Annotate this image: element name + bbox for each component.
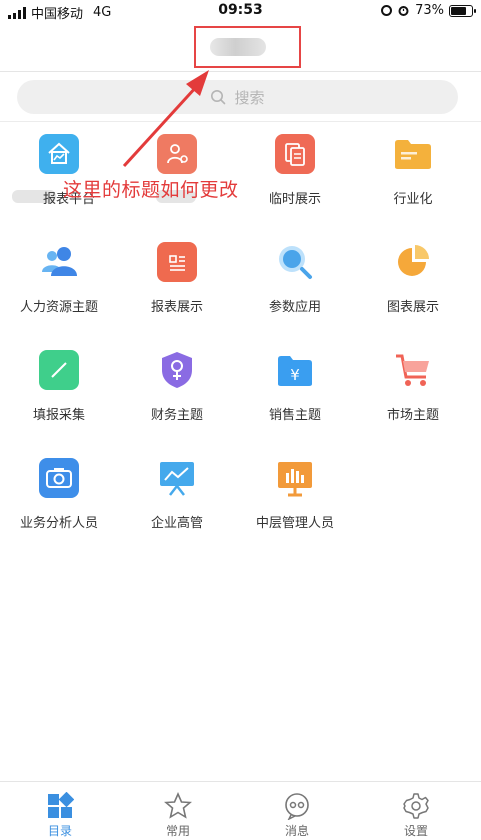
- report-icon: [157, 242, 197, 282]
- grid-item-market[interactable]: 市场主题: [354, 338, 472, 438]
- bar-board-icon: [275, 458, 315, 498]
- grid-item-finance[interactable]: 财务主题: [118, 338, 236, 438]
- message-icon: [285, 793, 309, 820]
- tab-catalog[interactable]: 目录: [0, 782, 120, 840]
- grid-item-label: 参数应用: [268, 300, 321, 315]
- grid-item-report-platform[interactable]: 报表平台: [0, 122, 118, 222]
- presentation-icon: [157, 458, 197, 498]
- battery-icon: [449, 4, 476, 17]
- grid-item-label: 行业化: [393, 192, 433, 207]
- grid-item-middle-mgmt[interactable]: 中层管理人员: [236, 446, 354, 546]
- nav-header: [0, 22, 481, 72]
- tab-label: 消息: [284, 824, 309, 838]
- grid-item-industry[interactable]: 行业化: [354, 122, 472, 222]
- grid-item-temp-display[interactable]: 临时展示: [236, 122, 354, 222]
- grid-item-fill-collect[interactable]: 填报采集: [0, 338, 118, 438]
- grid-item-label: 临时展示: [268, 192, 321, 207]
- page-title-blurred: [210, 38, 266, 56]
- grid-item-2[interactable]: [118, 122, 236, 222]
- gear-icon: [403, 793, 429, 819]
- shield-icon: [157, 350, 197, 390]
- grid-item-report-display[interactable]: 报表展示: [118, 230, 236, 330]
- folder-icon: [393, 134, 433, 174]
- camera-icon: [39, 458, 79, 498]
- grid-item-sales[interactable]: ¥ 销售主题: [236, 338, 354, 438]
- status-bar: 中国移动 4G 09:53 73%: [0, 0, 481, 22]
- title-highlight-box: [194, 26, 301, 68]
- grid-item-label: 财务主题: [150, 408, 203, 423]
- tab-bar: 目录 常用 消息 设置: [0, 781, 481, 840]
- star-icon: [164, 792, 192, 819]
- house-chart-icon: [39, 134, 79, 174]
- annotation-text: 这里的标题如何更改: [63, 179, 239, 201]
- grid-item-label: 市场主题: [386, 408, 439, 423]
- tab-label: 目录: [47, 824, 72, 838]
- grid-item-analyst[interactable]: 业务分析人员: [0, 446, 118, 546]
- grid-item-label: 填报采集: [32, 408, 85, 423]
- grid-item-label: 企业高管: [150, 516, 203, 531]
- yen-folder-icon: ¥: [275, 350, 315, 390]
- search-placeholder: 搜索: [234, 88, 265, 107]
- grid-item-label: 中层管理人员: [255, 516, 334, 531]
- svg-text:¥: ¥: [290, 366, 300, 384]
- grid-item-hr[interactable]: 人力资源主题: [0, 230, 118, 330]
- rotation-lock-icon: [381, 5, 393, 16]
- grid-item-label: 人力资源主题: [19, 300, 98, 315]
- tab-favorites[interactable]: 常用: [118, 782, 238, 840]
- magnifier-icon: [275, 242, 315, 282]
- catalog-icon: [48, 792, 74, 818]
- grid-item-label: 业务分析人员: [19, 516, 98, 531]
- documents-icon: [275, 134, 315, 174]
- tab-messages[interactable]: 消息: [237, 782, 357, 840]
- tab-label: 设置: [403, 824, 428, 838]
- grid-item-label: 图表展示: [386, 300, 439, 315]
- grid-item-executive[interactable]: 企业高管: [118, 446, 236, 546]
- pie-chart-icon: [393, 242, 433, 282]
- user-gear-icon: [157, 134, 197, 174]
- cart-icon: [393, 350, 433, 390]
- alarm-icon: [398, 6, 409, 16]
- people-icon: [39, 242, 79, 282]
- grid-item-label: 销售主题: [268, 408, 321, 423]
- status-right: 73%: [381, 3, 476, 18]
- tab-settings[interactable]: 设置: [356, 782, 476, 840]
- search-icon: [211, 90, 226, 105]
- grid-item-label: 报表展示: [150, 300, 203, 315]
- edit-square-icon: [39, 350, 79, 390]
- battery-percent: 73%: [415, 3, 444, 18]
- search-bar[interactable]: 搜索: [17, 80, 458, 114]
- grid-item-params[interactable]: 参数应用: [236, 230, 354, 330]
- tab-label: 常用: [165, 824, 190, 838]
- grid-item-charts[interactable]: 图表展示: [354, 230, 472, 330]
